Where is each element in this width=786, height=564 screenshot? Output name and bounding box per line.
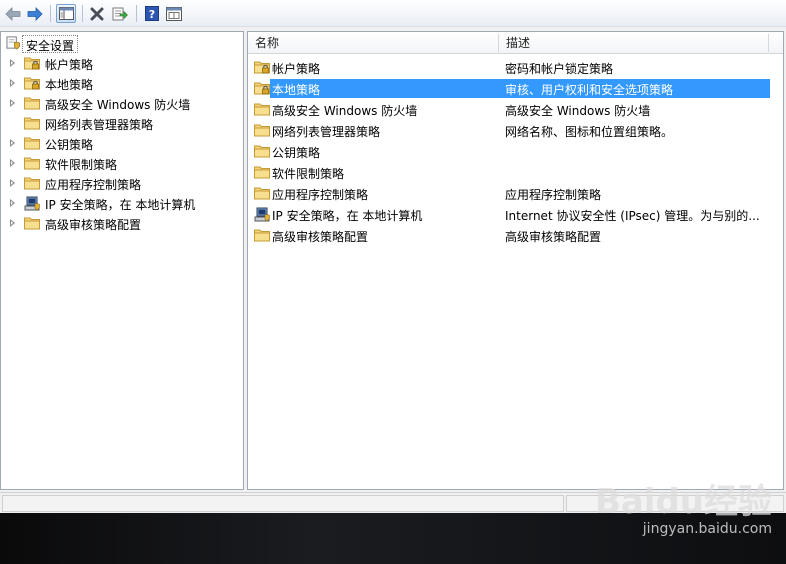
list-row-description: 密码和帐户锁定策略 [505, 62, 614, 76]
list-row-description: Internet 协议安全性 (IPsec) 管理。为与别的... [505, 209, 760, 223]
folder-icon [254, 124, 270, 137]
expand-arrow-icon[interactable] [10, 139, 15, 147]
expand-arrow-icon[interactable] [10, 219, 15, 227]
tree-root[interactable]: 安全设置 [1, 33, 243, 53]
folder-icon [24, 97, 40, 110]
list-row[interactable]: 帐户策略 密码和帐户锁定策略 [248, 57, 783, 78]
tree-item[interactable]: 公钥策略 [1, 133, 243, 153]
properties-icon[interactable] [164, 4, 184, 23]
help-icon[interactable]: ? [142, 4, 162, 23]
folder-icon [24, 157, 40, 170]
ipsec-computer-icon [24, 196, 40, 211]
toolbar-separator [50, 5, 51, 22]
list-row[interactable]: 软件限制策略 [248, 162, 783, 183]
tree-item-label[interactable]: IP 安全策略，在 本地计算机 [45, 196, 195, 213]
list-row-name[interactable]: 网络列表管理器策略 [272, 123, 380, 140]
tree-root-label[interactable]: 安全设置 [22, 35, 79, 53]
toolbar-separator [136, 5, 137, 22]
folder-icon [24, 137, 40, 150]
expand-arrow-icon[interactable] [10, 199, 15, 207]
list-row-description: 网络名称、图标和位置组策略。 [505, 125, 674, 139]
tree-item[interactable]: 高级安全 Windows 防火墙 [1, 93, 243, 113]
svg-text:?: ? [149, 8, 155, 21]
list-row[interactable]: 高级安全 Windows 防火墙 高级安全 Windows 防火墙 [248, 99, 783, 120]
toolbar: ? [0, 0, 786, 27]
status-pane-main [2, 495, 564, 512]
toolbar-separator [82, 5, 83, 22]
list-row-name[interactable]: 应用程序控制策略 [272, 186, 368, 203]
expand-arrow-icon[interactable] [10, 79, 15, 87]
lock-folder-icon [24, 77, 40, 90]
list-row-name[interactable]: 软件限制策略 [272, 165, 344, 182]
list-row-name[interactable]: 帐户策略 [272, 60, 320, 77]
export-list-icon[interactable] [110, 4, 130, 23]
tree-item[interactable]: IP 安全策略，在 本地计算机 [1, 193, 243, 213]
tree-item[interactable]: 网络列表管理器策略 [1, 113, 243, 133]
folder-icon [254, 187, 270, 200]
list-row-description: 审核、用户权利和安全选项策略 [505, 83, 674, 97]
tree-item[interactable]: 帐户策略 [1, 53, 243, 73]
list-row[interactable]: 高级审核策略配置 高级审核策略配置 [248, 225, 783, 246]
list-row-name[interactable]: 高级安全 Windows 防火墙 [272, 102, 417, 119]
expand-arrow-icon[interactable] [10, 159, 15, 167]
tree-item[interactable]: 高级审核策略配置 [1, 213, 243, 233]
list-row-name[interactable]: 本地策略 [272, 81, 320, 98]
list-row-name[interactable]: 高级审核策略配置 [272, 228, 368, 245]
delete-icon[interactable] [87, 4, 107, 23]
list-row[interactable]: 网络列表管理器策略 网络名称、图标和位置组策略。 [248, 120, 783, 141]
expand-arrow-icon[interactable] [10, 59, 15, 67]
tree-item-label[interactable]: 帐户策略 [45, 56, 93, 73]
list-row-name[interactable]: IP 安全策略，在 本地计算机 [272, 207, 422, 224]
tree-item-label[interactable]: 软件限制策略 [45, 156, 117, 173]
security-settings-window: ? 安全设置 帐户策略 本地策略 高级安全 Windows 防火墙 网络列表管理器策略… [0, 0, 786, 513]
folder-icon [254, 103, 270, 116]
tree-item-label[interactable]: 应用程序控制策略 [45, 176, 141, 193]
column-name-header[interactable]: 名称 [248, 32, 279, 54]
show-tree-icon[interactable] [56, 4, 76, 23]
tree-item-label[interactable]: 本地策略 [45, 76, 93, 93]
column-desc-header[interactable]: 描述 [499, 32, 530, 54]
folder-icon [254, 229, 270, 242]
lock-folder-icon [254, 82, 270, 95]
list-row[interactable]: 应用程序控制策略 应用程序控制策略 [248, 183, 783, 204]
back-icon[interactable] [3, 4, 23, 23]
list-row-description: 高级安全 Windows 防火墙 [505, 104, 651, 118]
tree-item-label[interactable]: 公钥策略 [45, 136, 93, 153]
folder-icon [254, 166, 270, 179]
tree-item[interactable]: 软件限制策略 [1, 153, 243, 173]
tree-item-label[interactable]: 高级安全 Windows 防火墙 [45, 96, 190, 113]
lock-folder-icon [24, 57, 40, 70]
security-settings-icon [6, 36, 20, 50]
watermark-brand: Baidu经验 [594, 482, 772, 522]
column-divider[interactable] [768, 34, 769, 52]
list-row-description: 应用程序控制策略 [505, 188, 602, 202]
list-row-name[interactable]: 公钥策略 [272, 144, 320, 161]
folder-icon [254, 145, 270, 158]
ipsec-computer-icon [254, 207, 270, 222]
list-row[interactable]: 公钥策略 [248, 141, 783, 162]
list-row[interactable]: IP 安全策略，在 本地计算机 Internet 协议安全性 (IPsec) 管理… [248, 204, 783, 225]
list-row[interactable]: 本地策略 审核、用户权利和安全选项策略 [248, 78, 783, 99]
list-pane: 名称 描述 帐户策略 密码和帐户锁定策略 本地策略 审核、用户权利和安全选项策略 高级安… [247, 31, 784, 490]
expand-arrow-icon[interactable] [10, 99, 15, 107]
tree-pane: 安全设置 帐户策略本地策略高级安全 Windows 防火墙 网络列表管理器策略 公钥… [0, 31, 244, 490]
lock-folder-icon [254, 61, 270, 74]
watermark-url: jingyan.baidu.com [642, 521, 772, 537]
tree-item[interactable]: 本地策略 [1, 73, 243, 93]
folder-icon [24, 177, 40, 190]
baidu-watermark: Baidu经验 jingyan.baidu.com [595, 484, 772, 538]
expand-arrow-icon[interactable] [10, 179, 15, 187]
column-header: 名称 描述 [248, 32, 783, 54]
list-row-description: 高级审核策略配置 [505, 230, 602, 244]
forward-icon[interactable] [25, 4, 45, 23]
folder-icon [24, 217, 40, 230]
tree-item-label[interactable]: 高级审核策略配置 [45, 216, 141, 233]
tree-item-label[interactable]: 网络列表管理器策略 [45, 116, 153, 133]
folder-icon [24, 117, 40, 130]
tree-item[interactable]: 应用程序控制策略 [1, 173, 243, 193]
